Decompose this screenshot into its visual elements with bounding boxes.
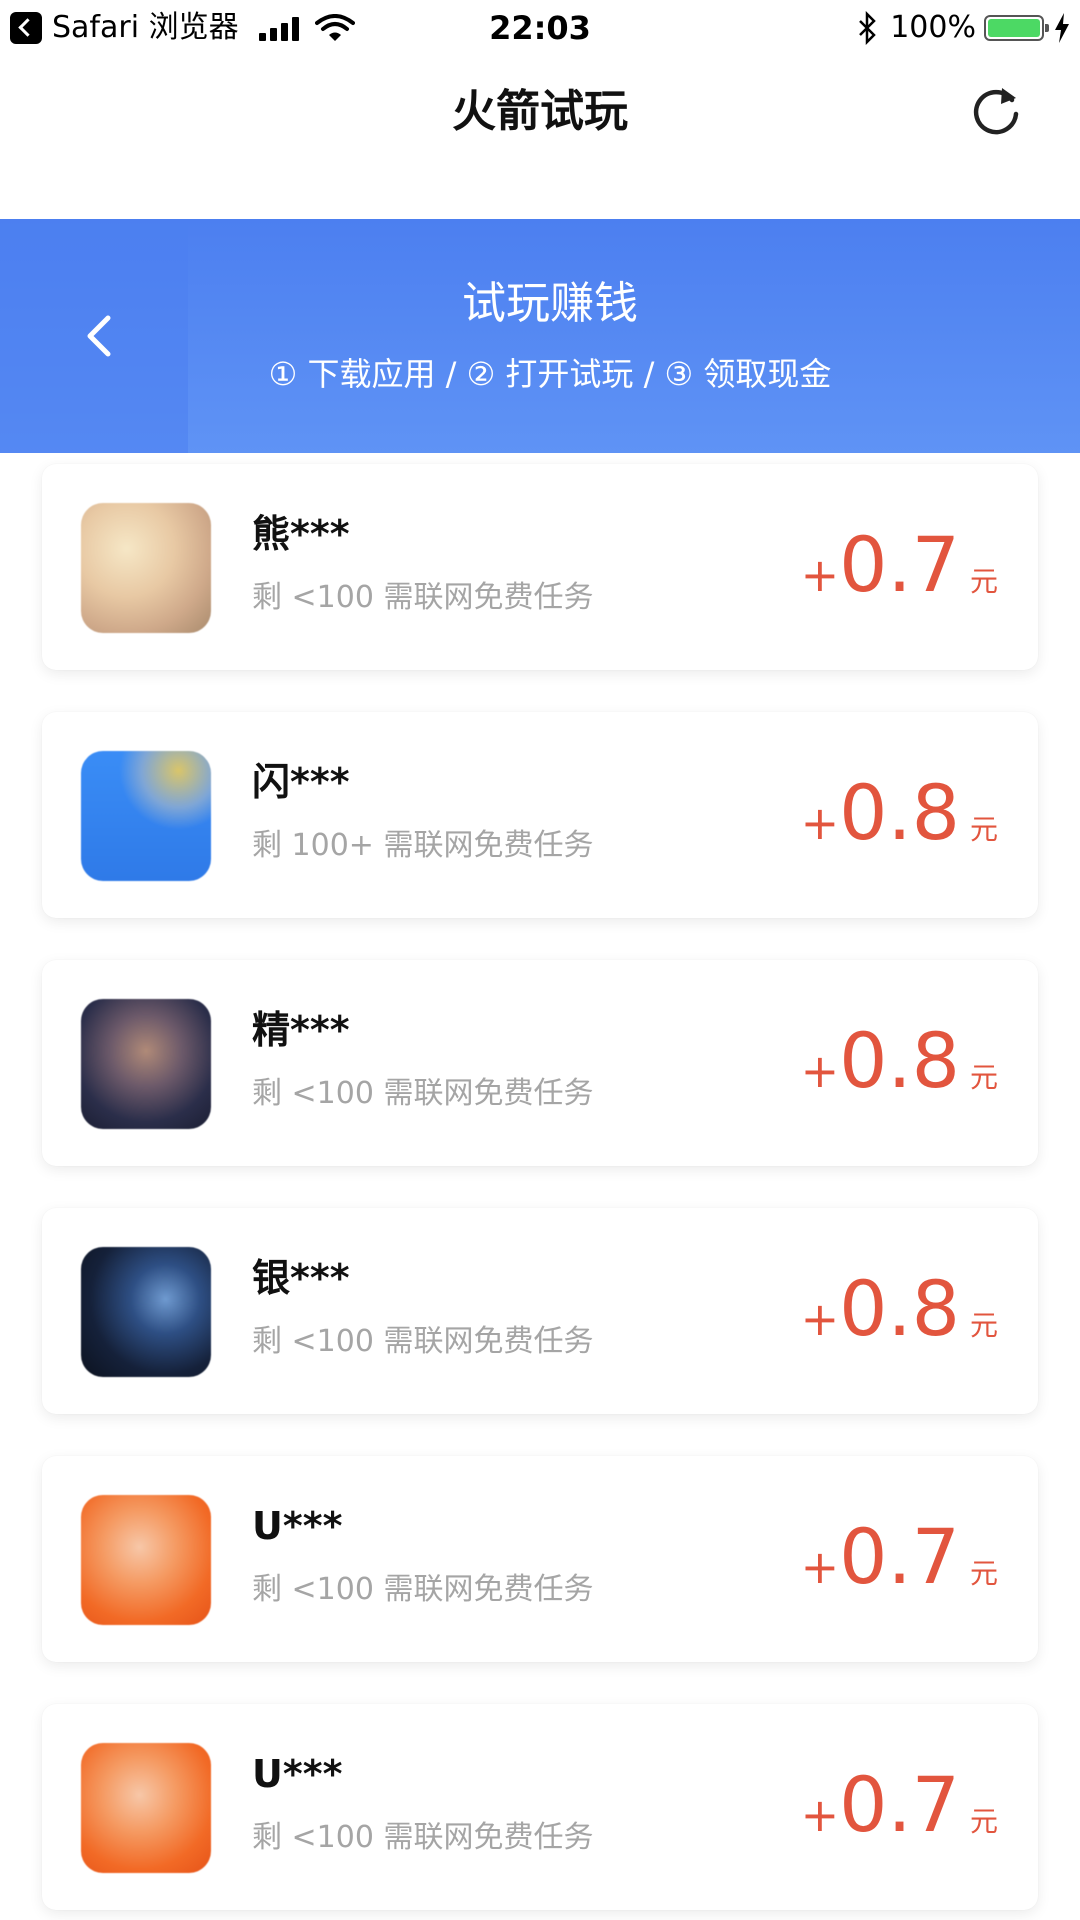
task-reward: + 0.7 元 bbox=[801, 1760, 998, 1850]
task-app-name: U*** bbox=[252, 1752, 343, 1796]
battery-percent: 100% bbox=[890, 10, 976, 45]
task-subtitle: 剩 <100 需联网免费任务 bbox=[252, 580, 594, 615]
app-icon bbox=[81, 1247, 211, 1377]
reward-amount: 0.8 bbox=[839, 1264, 960, 1353]
app-icon bbox=[81, 503, 211, 633]
app-icon bbox=[81, 1743, 211, 1873]
task-subtitle: 剩 <100 需联网免费任务 bbox=[252, 1820, 594, 1855]
reward-amount: 0.8 bbox=[839, 768, 960, 857]
task-subtitle: 剩 <100 需联网免费任务 bbox=[252, 1076, 594, 1111]
status-bar: Safari 浏览器 22:03 100% bbox=[0, 0, 1080, 56]
task-card[interactable]: 精*** 剩 <100 需联网免费任务 + 0.8 元 bbox=[42, 960, 1038, 1166]
status-right: 100% bbox=[856, 8, 1070, 48]
task-app-name: U*** bbox=[252, 1504, 343, 1548]
task-card[interactable]: U*** 剩 <100 需联网免费任务 + 0.7 元 bbox=[42, 1704, 1038, 1910]
reward-unit: 元 bbox=[969, 813, 998, 846]
task-card[interactable]: U*** 剩 <100 需联网免费任务 + 0.7 元 bbox=[42, 1456, 1038, 1662]
bluetooth-icon bbox=[859, 11, 876, 45]
reward-plus: + bbox=[800, 548, 840, 602]
refresh-icon[interactable] bbox=[968, 82, 1024, 138]
task-reward: + 0.8 元 bbox=[801, 1264, 998, 1354]
reward-plus: + bbox=[800, 1788, 840, 1842]
task-card[interactable]: 闪*** 剩 100+ 需联网免费任务 + 0.8 元 bbox=[42, 712, 1038, 918]
app-icon bbox=[81, 1495, 211, 1625]
task-reward: + 0.8 元 bbox=[801, 1016, 998, 1106]
task-app-name: 银*** bbox=[252, 1256, 350, 1300]
task-reward: + 0.7 元 bbox=[801, 520, 998, 610]
reward-unit: 元 bbox=[969, 565, 998, 598]
task-subtitle: 剩 <100 需联网免费任务 bbox=[252, 1572, 594, 1607]
earn-banner bbox=[0, 219, 1080, 453]
task-card[interactable]: 熊*** 剩 <100 需联网免费任务 + 0.7 元 bbox=[42, 464, 1038, 670]
reward-amount: 0.7 bbox=[839, 1760, 960, 1849]
reward-plus: + bbox=[800, 796, 840, 850]
charging-bolt-icon bbox=[1055, 13, 1069, 43]
reward-plus: + bbox=[800, 1292, 840, 1346]
reward-amount: 0.7 bbox=[839, 1512, 960, 1601]
task-app-name: 精*** bbox=[252, 1008, 350, 1052]
reward-unit: 元 bbox=[969, 1061, 998, 1094]
reward-unit: 元 bbox=[969, 1805, 998, 1838]
page-title: 火箭试玩 bbox=[452, 86, 628, 137]
app-icon bbox=[81, 751, 211, 881]
task-app-name: 熊*** bbox=[252, 512, 350, 556]
battery-icon bbox=[984, 15, 1049, 41]
reward-unit: 元 bbox=[969, 1557, 998, 1590]
navigation-bar: 火箭试玩 bbox=[0, 56, 1080, 176]
task-card[interactable]: 银*** 剩 <100 需联网免费任务 + 0.8 元 bbox=[42, 1208, 1038, 1414]
task-reward: + 0.7 元 bbox=[801, 1512, 998, 1602]
reward-amount: 0.8 bbox=[839, 1016, 960, 1105]
app-icon bbox=[81, 999, 211, 1129]
task-reward: + 0.8 元 bbox=[801, 768, 998, 858]
reward-unit: 元 bbox=[969, 1309, 998, 1342]
task-subtitle: 剩 <100 需联网免费任务 bbox=[252, 1324, 594, 1359]
task-subtitle: 剩 100+ 需联网免费任务 bbox=[252, 828, 594, 863]
task-app-name: 闪*** bbox=[252, 760, 350, 804]
reward-amount: 0.7 bbox=[839, 520, 960, 609]
banner-steps: ① 下载应用 / ② 打开试玩 / ③ 领取现金 bbox=[268, 355, 832, 393]
reward-plus: + bbox=[800, 1044, 840, 1098]
reward-plus: + bbox=[800, 1540, 840, 1594]
banner-title: 试玩赚钱 bbox=[462, 278, 638, 329]
